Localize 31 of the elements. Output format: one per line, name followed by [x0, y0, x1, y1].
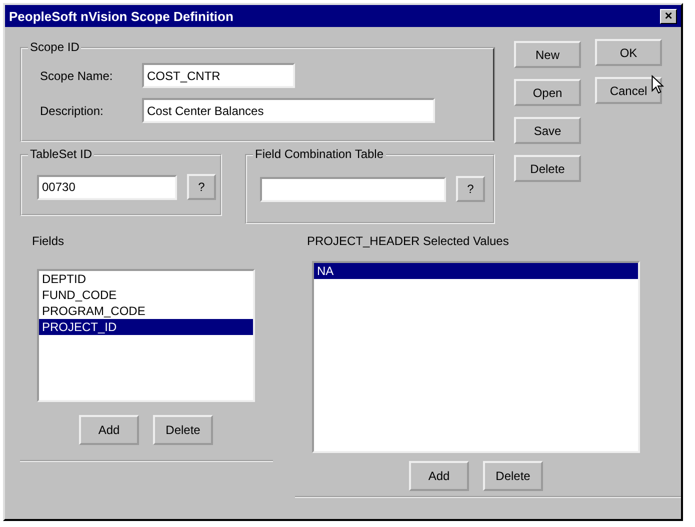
dialog-button[interactable]: New: [514, 41, 581, 68]
lookup-button[interactable]: ?: [456, 176, 485, 202]
dialog-button[interactable]: Add: [409, 461, 469, 491]
input-field[interactable]: COST_CNTR: [142, 63, 295, 88]
list-item[interactable]: PROGRAM_CODE: [39, 303, 253, 319]
field-label: Description:: [40, 104, 104, 118]
dialog-button[interactable]: OK: [595, 39, 662, 66]
input-field[interactable]: 00730: [37, 174, 177, 200]
list-item[interactable]: FUND_CODE: [39, 287, 253, 303]
input-field[interactable]: Cost Center Balances: [142, 98, 435, 123]
panel-title: PROJECT_HEADER Selected Values: [307, 234, 510, 248]
mouse-pointer-icon: [651, 75, 664, 95]
list-item[interactable]: PROJECT_ID: [39, 319, 253, 335]
dialog-button[interactable]: Cancel: [595, 77, 662, 104]
dialog-button[interactable]: Add: [79, 415, 139, 445]
list-item[interactable]: DEPTID: [39, 271, 253, 287]
list-item[interactable]: NA: [314, 263, 638, 279]
dialog-button[interactable]: Open: [514, 79, 581, 106]
input-field[interactable]: [260, 176, 446, 202]
dialog-button[interactable]: Save: [514, 117, 581, 144]
window-title: PeopleSoft nVision Scope Definition: [9, 8, 234, 24]
dialog-button[interactable]: Delete: [514, 155, 581, 182]
lookup-button[interactable]: ?: [187, 174, 216, 200]
group-label: Scope ID: [28, 40, 82, 54]
dialog-button[interactable]: Delete: [153, 415, 213, 445]
close-button[interactable]: ×: [660, 8, 677, 24]
dialog-button[interactable]: Delete: [483, 461, 543, 491]
group-label: TableSet ID: [28, 147, 94, 161]
panel-title: Fields: [32, 234, 66, 248]
group-label: Field Combination Table: [253, 147, 386, 161]
field-label: Scope Name:: [40, 68, 114, 82]
